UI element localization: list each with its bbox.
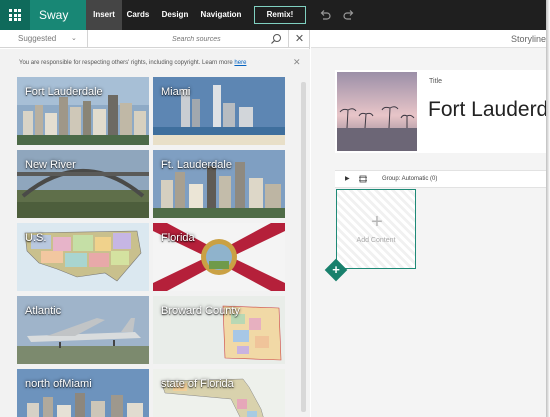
tab-design[interactable]: Design xyxy=(156,0,194,30)
title-card[interactable]: Title Fort Lauderdale xyxy=(335,70,550,153)
add-content-placeholder[interactable]: + Add Content xyxy=(336,189,416,269)
chevron-down-icon: ⌄ xyxy=(71,35,77,42)
copyright-notice: You are responsible for respecting other… xyxy=(0,49,310,77)
title-field-label: Title xyxy=(429,78,442,85)
insert-pane: Suggested ⌄ ✕ You are responsible for re… xyxy=(0,30,310,417)
tab-navigation[interactable]: Navigation xyxy=(196,0,246,30)
tab-cards[interactable]: Cards xyxy=(122,0,154,30)
storyline-header: Storyline xyxy=(311,30,546,48)
source-dropdown[interactable]: Suggested ⌄ xyxy=(0,30,88,48)
result-card[interactable]: north ofMiami xyxy=(17,369,149,417)
results-scrollbar[interactable] xyxy=(301,82,306,412)
result-label: state of Florida xyxy=(161,378,234,390)
add-content-label: Add Content xyxy=(356,237,396,244)
search-results-grid: Fort Lauderdale Miami New River Ft. Laud… xyxy=(0,77,310,417)
storyline-pane: Storyline Title Fort Lauderdale ▶ xyxy=(311,30,550,417)
remix-button[interactable]: Remix! xyxy=(254,6,306,24)
search-bar xyxy=(88,30,288,48)
result-card[interactable]: Atlantic xyxy=(17,296,149,364)
expand-triangle-icon[interactable]: ▶ xyxy=(345,171,350,187)
result-label: Ft. Lauderdale xyxy=(161,159,232,171)
florida-map-icon xyxy=(153,369,285,417)
insert-card-button[interactable]: + xyxy=(324,258,348,282)
result-label: Fort Lauderdale xyxy=(25,86,103,98)
title-background-photo[interactable] xyxy=(337,72,417,151)
title-text[interactable]: Fort Lauderdale xyxy=(428,98,550,122)
storyline-tab[interactable]: Storyline xyxy=(511,30,546,48)
result-card[interactable]: Florida xyxy=(153,223,285,291)
result-label: north ofMiami xyxy=(25,378,92,390)
notice-text: You are responsible for respecting other… xyxy=(19,60,201,66)
learn-more-text: Learn more xyxy=(202,60,233,66)
app-title: Sway xyxy=(30,0,86,30)
group-label: Group: Automatic (0) xyxy=(382,176,438,182)
learn-more-link[interactable]: here xyxy=(234,60,246,66)
result-card[interactable]: Ft. Lauderdale xyxy=(153,150,285,218)
search-icon[interactable] xyxy=(270,33,282,45)
result-card[interactable]: New River xyxy=(17,150,149,218)
result-label: Broward County xyxy=(161,305,240,317)
plus-icon: + xyxy=(371,211,383,233)
result-card[interactable]: Broward County xyxy=(153,296,285,364)
result-label: Florida xyxy=(161,232,195,244)
dismiss-notice-icon[interactable]: ✕ xyxy=(293,57,301,68)
undo-icon[interactable] xyxy=(318,8,332,22)
result-label: Miami xyxy=(161,86,191,98)
app-launcher-icon[interactable] xyxy=(0,0,30,30)
tab-insert[interactable]: Insert xyxy=(86,0,122,30)
group-card[interactable]: ▶ Group: Automatic (0) xyxy=(335,170,546,188)
result-card[interactable]: Fort Lauderdale xyxy=(17,77,149,145)
result-card[interactable]: state of Florida xyxy=(153,369,285,417)
result-card[interactable]: Miami xyxy=(153,77,285,145)
result-label: Atlantic xyxy=(25,305,62,317)
plus-icon: + xyxy=(332,262,340,277)
group-icon xyxy=(359,175,367,183)
close-pane-icon[interactable]: ✕ xyxy=(288,30,310,48)
search-input[interactable] xyxy=(172,33,262,45)
redo-icon[interactable] xyxy=(342,8,356,22)
top-bar: Sway Insert Cards Design Navigation Remi… xyxy=(0,0,546,30)
result-card[interactable]: U.S. xyxy=(17,223,149,291)
source-dropdown-value: Suggested xyxy=(18,34,57,43)
window-edge-shadow xyxy=(546,0,550,417)
result-label: New River xyxy=(25,159,76,171)
city-skyline-photo-icon xyxy=(17,369,149,417)
result-label: U.S. xyxy=(25,232,47,244)
